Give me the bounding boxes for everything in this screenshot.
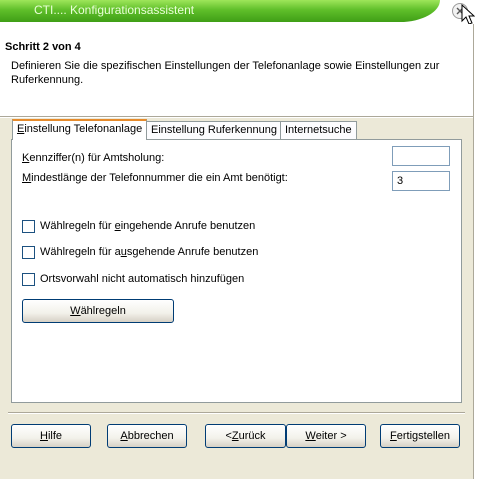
- tab-einstellung-ruferkennung[interactable]: Einstellung Ruferkennung: [146, 121, 282, 139]
- waehlregeln-button[interactable]: Wählregeln: [22, 299, 174, 323]
- help-button[interactable]: Hilfe: [11, 424, 91, 448]
- tab-internetsuche[interactable]: Internetsuche: [280, 121, 357, 139]
- window-right-edge: [473, 24, 477, 479]
- amtsholung-input[interactable]: [392, 146, 450, 166]
- mouse-pointer-icon: [461, 4, 475, 25]
- title-bar: CTI.... Konfigurationsassistent: [0, 0, 477, 25]
- window-title: CTI.... Konfigurationsassistent: [34, 3, 195, 17]
- header-divider-highlight: [0, 117, 473, 118]
- tab-panel-telefonanlage: Kennziffer(n) für Amtsholung: Mindestlän…: [11, 139, 462, 403]
- checkbox-ortsvorwahl[interactable]: [22, 273, 35, 286]
- footer-divider-highlight: [8, 413, 465, 414]
- step-description: Definieren Sie die spezifischen Einstell…: [11, 60, 440, 86]
- finish-button[interactable]: Fertigstellen: [380, 424, 460, 448]
- back-button[interactable]: < Zurück: [205, 424, 286, 448]
- step-title: Schritt 2 von 4: [5, 41, 81, 53]
- checkbox-ortsvorwahl-label[interactable]: Ortsvorwahl nicht automatisch hinzufügen: [40, 273, 244, 285]
- checkbox-eingehende-anrufe[interactable]: [22, 220, 35, 233]
- mindestlaenge-label: Mindestlänge der Telefonnummer die ein A…: [22, 172, 288, 184]
- title-tab: CTI.... Konfigurationsassistent: [0, 0, 440, 22]
- amtsholung-label: Kennziffer(n) für Amtsholung:: [22, 152, 165, 164]
- wizard-header: Schritt 2 von 4 Definieren Sie die spezi…: [0, 24, 473, 116]
- checkbox-ausgehende-anrufe[interactable]: [22, 246, 35, 259]
- mindestlaenge-input[interactable]: 3: [392, 171, 450, 191]
- cancel-button[interactable]: Abbrechen: [107, 424, 187, 448]
- checkbox-eingehende-label[interactable]: Wählregeln für eingehende Anrufe benutze…: [40, 220, 255, 232]
- checkbox-ausgehende-label[interactable]: Wählregeln für ausgehende Anrufe benutze…: [40, 246, 258, 258]
- tab-einstellung-telefonanlage[interactable]: Einstellung Telefonanlage: [12, 119, 148, 140]
- next-button[interactable]: Weiter >: [286, 424, 366, 448]
- wizard-window: CTI.... Konfigurationsassistent Schritt …: [0, 0, 477, 479]
